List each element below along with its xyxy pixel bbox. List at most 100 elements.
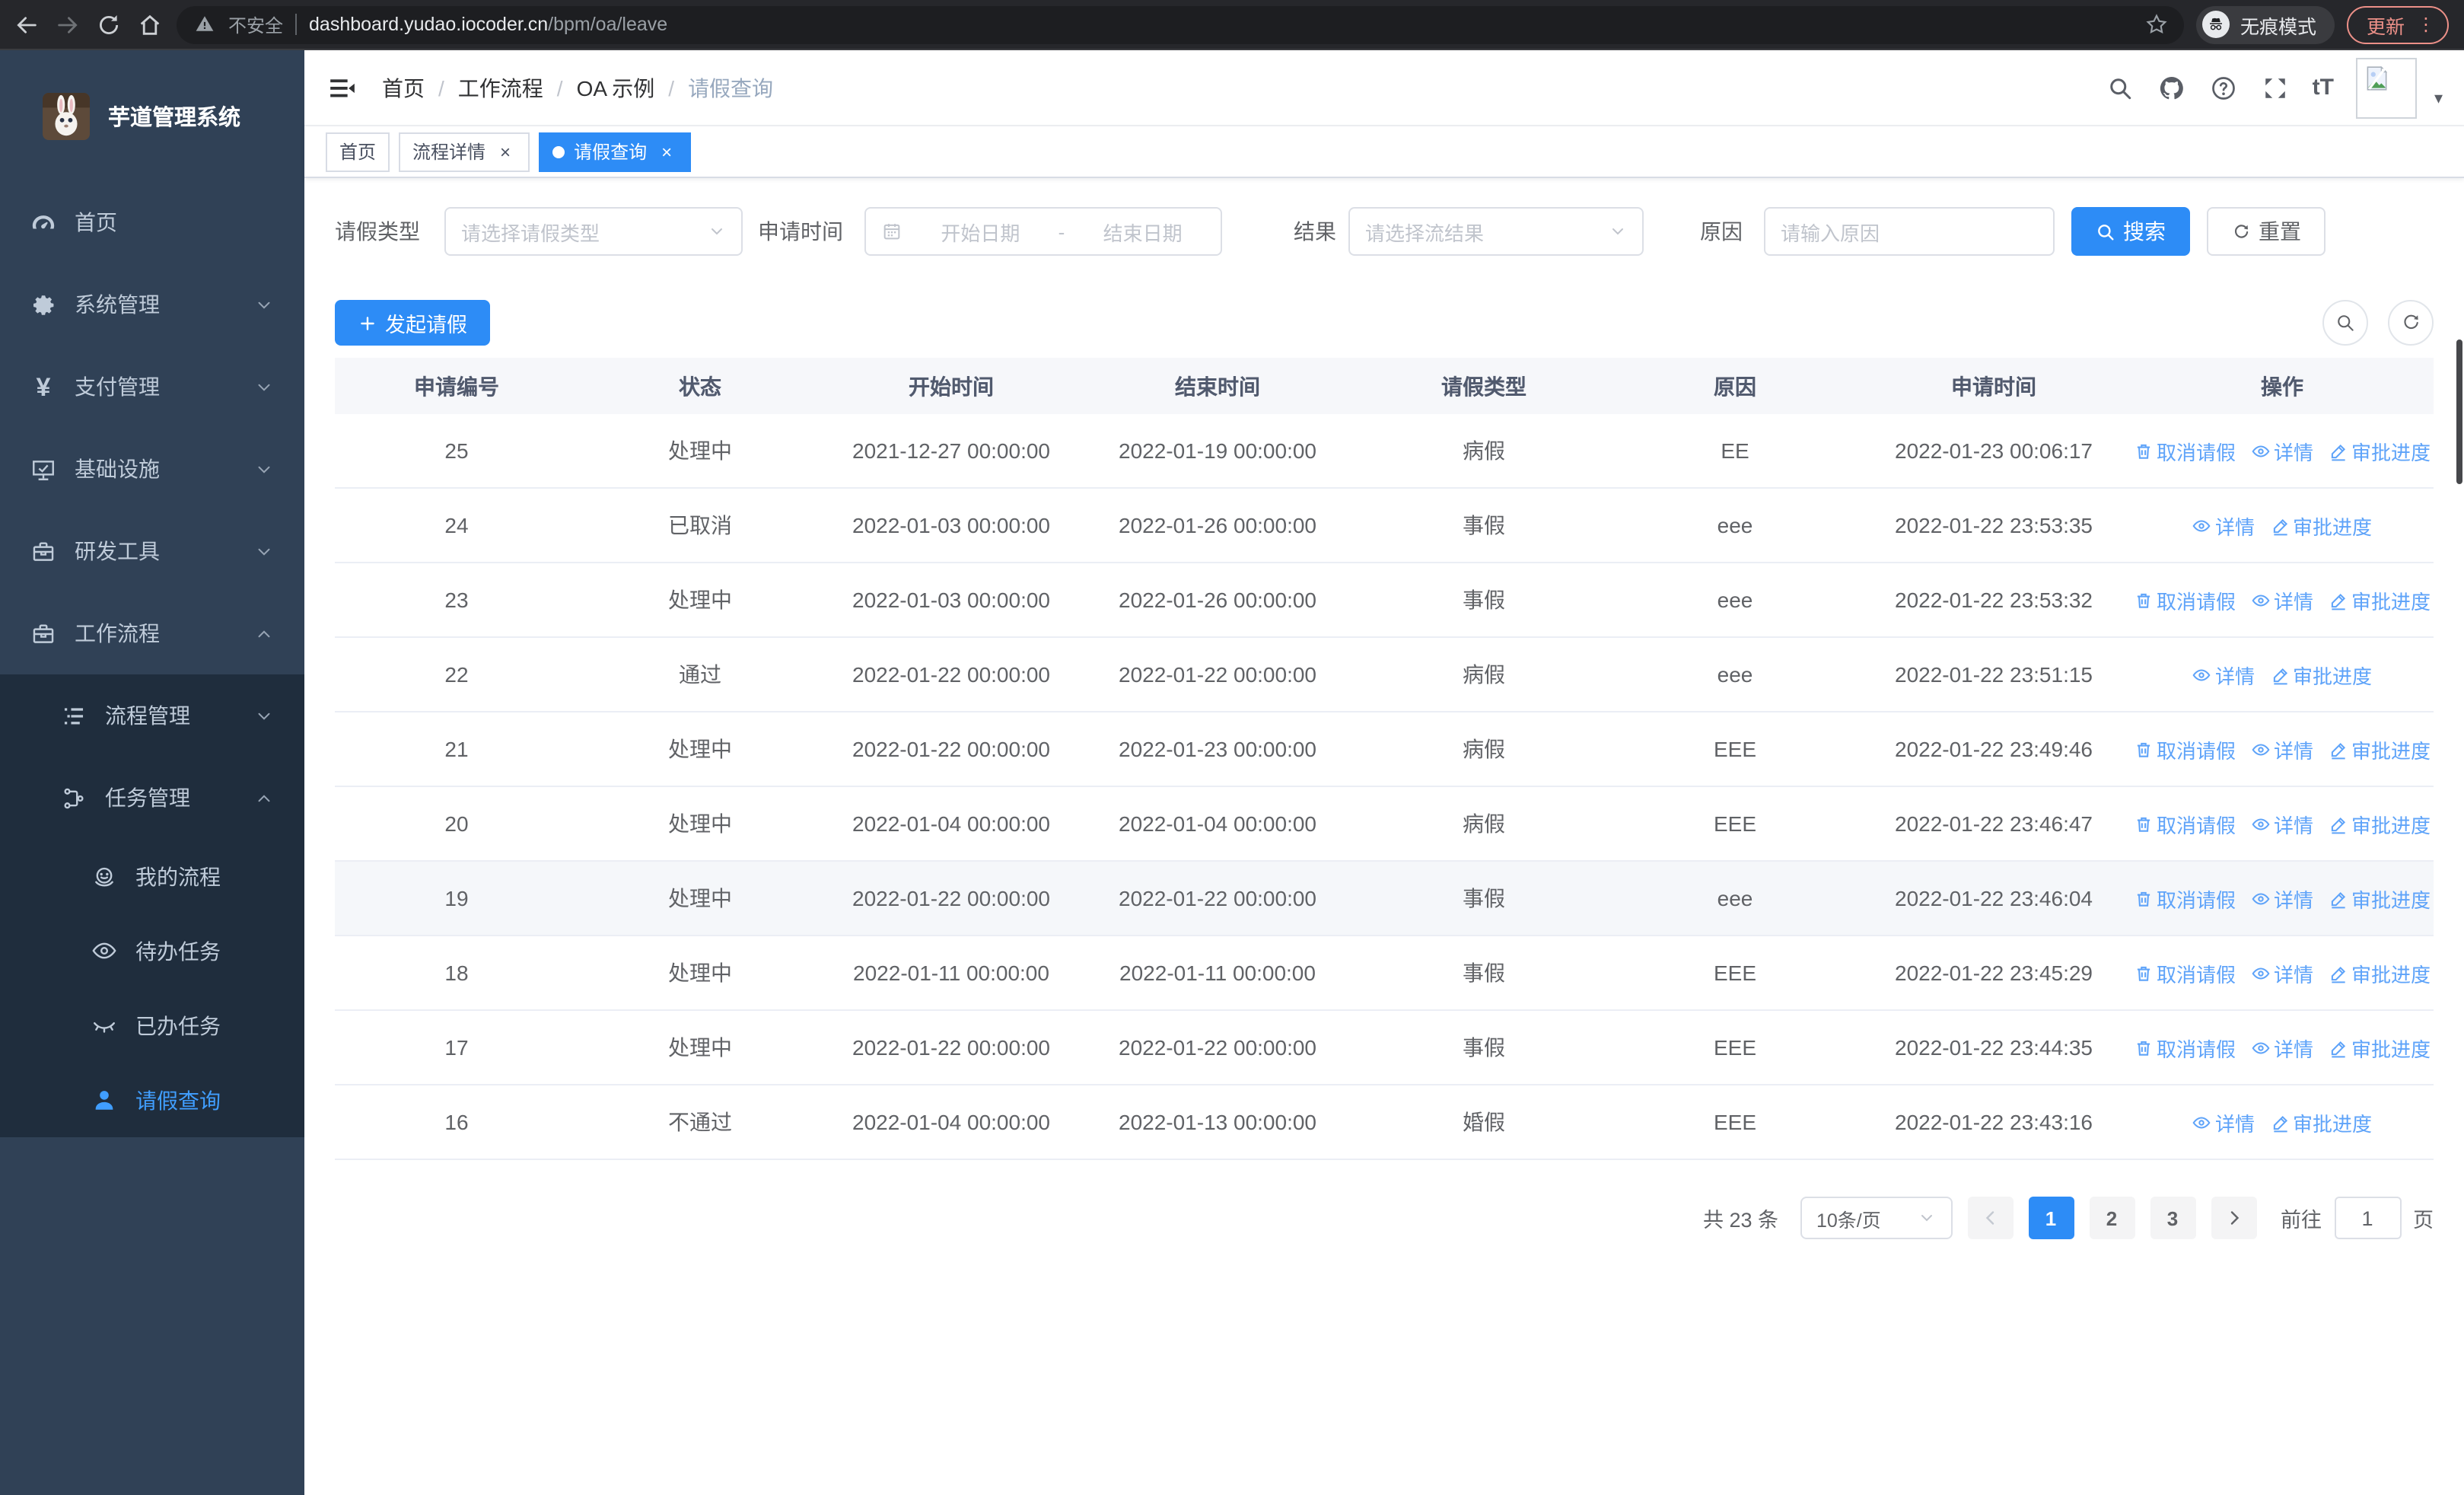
avatar-caret-icon[interactable]: ▾ <box>2434 88 2443 107</box>
approval-progress-link[interactable]: 审批进度 <box>2329 735 2431 763</box>
cancel-leave-link[interactable]: 取消请假 <box>2134 809 2236 838</box>
leave-table: 申请编号 状态 开始时间 结束时间 请假类型 原因 申请时间 操作 25 处理中 2021-12-… <box>335 358 2434 1160</box>
breadcrumb-item-2[interactable]: 工作流程 <box>458 72 543 103</box>
detail-link[interactable]: 详情 <box>2251 585 2313 614</box>
sidebar-collapse-icon[interactable] <box>327 72 358 103</box>
cell-reason: eee <box>1717 588 1753 612</box>
tab-1[interactable]: 首页 <box>326 132 390 171</box>
delete-icon <box>2134 963 2154 983</box>
approval-progress-link[interactable]: 审批进度 <box>2329 884 2431 913</box>
delete-icon <box>2134 1038 2154 1057</box>
close-icon[interactable]: × <box>495 141 516 162</box>
edit-icon <box>2329 590 2348 610</box>
refresh-icon[interactable] <box>2388 300 2434 346</box>
search-icon[interactable] <box>2106 73 2135 102</box>
approval-progress-link[interactable]: 审批进度 <box>2329 958 2431 987</box>
avatar[interactable] <box>2356 57 2418 118</box>
goto-page-input[interactable]: 1 <box>2334 1197 2401 1239</box>
security-label[interactable]: 不安全 <box>228 11 283 37</box>
cancel-leave-link[interactable]: 取消请假 <box>2134 884 2236 913</box>
sidebar-item-9[interactable]: 我的流程 <box>0 839 304 913</box>
cell-status: 已取消 <box>668 513 732 537</box>
detail-link[interactable]: 详情 <box>2192 511 2255 540</box>
help-icon[interactable] <box>2209 73 2238 102</box>
reset-button[interactable]: 重置 <box>2207 207 2326 256</box>
close-icon[interactable]: × <box>656 141 677 162</box>
hide-search-icon[interactable] <box>2322 300 2368 346</box>
reason-input[interactable]: 请输入原因 <box>1764 207 2055 256</box>
filter-form: 请假类型 请选择请假类型 申请时间 开始日期 - 结束日期 结果 请选择流结果 <box>335 207 2434 256</box>
detail-link[interactable]: 详情 <box>2251 809 2313 838</box>
reload-icon[interactable] <box>94 10 123 39</box>
sidebar-item-1[interactable]: 首页 <box>0 181 304 263</box>
fullscreen-icon[interactable] <box>2261 73 2290 102</box>
sidebar-item-10[interactable]: 待办任务 <box>0 913 304 988</box>
approval-progress-link[interactable]: 审批进度 <box>2329 1033 2431 1062</box>
sidebar-item-4[interactable]: 基础设施 <box>0 428 304 510</box>
forward-icon[interactable] <box>53 10 82 39</box>
sidebar-item-8[interactable]: 任务管理 <box>0 757 304 839</box>
page-size-select[interactable]: 10条/页 <box>1800 1197 1952 1239</box>
approval-progress-link[interactable]: 审批进度 <box>2329 585 2431 614</box>
detail-link[interactable]: 详情 <box>2251 1033 2313 1062</box>
scrollbar-thumb[interactable] <box>2456 339 2462 484</box>
sidebar-item-2[interactable]: 系统管理 <box>0 263 304 346</box>
cell-type: 事假 <box>1463 886 1505 910</box>
leave-type-select[interactable]: 请选择请假类型 <box>444 207 743 256</box>
breadcrumb-item-3[interactable]: OA 示例 <box>577 72 655 103</box>
browser-menu-icon[interactable]: ⋮ <box>2417 14 2435 35</box>
home-icon[interactable] <box>135 10 164 39</box>
date-end-placeholder[interactable]: 结束日期 <box>1080 217 1205 246</box>
address-bar[interactable]: 不安全 dashboard.yudao.iocoder.cn/bpm/oa/le… <box>177 5 2184 43</box>
url-text[interactable]: dashboard.yudao.iocoder.cn/bpm/oa/leave <box>309 14 2132 35</box>
tab-2[interactable]: 流程详情 × <box>399 132 530 171</box>
date-start-placeholder[interactable]: 开始日期 <box>918 217 1043 246</box>
view-icon <box>2192 665 2212 684</box>
cell-start: 2022-01-04 00:00:00 <box>852 811 1050 836</box>
approval-progress-link[interactable]: 审批进度 <box>2329 436 2431 465</box>
bookmark-star-icon[interactable] <box>2144 12 2169 37</box>
sidebar-item-7[interactable]: 流程管理 <box>0 674 304 757</box>
back-icon[interactable] <box>12 10 41 39</box>
approval-progress-link[interactable]: 审批进度 <box>2270 1108 2372 1136</box>
detail-link[interactable]: 详情 <box>2192 660 2255 689</box>
detail-link[interactable]: 详情 <box>2192 1108 2255 1136</box>
detail-link[interactable]: 详情 <box>2251 436 2313 465</box>
detail-link[interactable]: 详情 <box>2251 884 2313 913</box>
font-size-icon[interactable]: tT <box>2313 76 2334 99</box>
cancel-leave-link[interactable]: 取消请假 <box>2134 1033 2236 1062</box>
cell-id: 16 <box>444 1110 469 1134</box>
cancel-leave-link[interactable]: 取消请假 <box>2134 958 2236 987</box>
approval-progress-link[interactable]: 审批进度 <box>2270 660 2372 689</box>
page-button-3[interactable]: 3 <box>2150 1197 2195 1239</box>
cell-type: 婚假 <box>1463 1110 1505 1134</box>
detail-link[interactable]: 详情 <box>2251 735 2313 763</box>
cell-reason: EEE <box>1713 1110 1756 1134</box>
approval-progress-link[interactable]: 审批进度 <box>2329 809 2431 838</box>
page-size-value: 10条/页 <box>1816 1210 1881 1231</box>
page-button-2[interactable]: 2 <box>2089 1197 2135 1239</box>
result-select[interactable]: 请选择流结果 <box>1348 207 1644 256</box>
incognito-badge: 无痕模式 <box>2195 5 2335 43</box>
detail-link[interactable]: 详情 <box>2251 958 2313 987</box>
next-page-icon[interactable] <box>2211 1197 2256 1239</box>
create-leave-button[interactable]: 发起请假 <box>335 300 490 346</box>
cancel-leave-label: 取消请假 <box>2156 590 2236 613</box>
sidebar-item-11[interactable]: 已办任务 <box>0 988 304 1063</box>
sidebar-item-5[interactable]: 研发工具 <box>0 510 304 592</box>
breadcrumb-item-1[interactable]: 首页 <box>382 72 425 103</box>
approval-progress-link[interactable]: 审批进度 <box>2270 511 2372 540</box>
sidebar-item-6[interactable]: 工作流程 <box>0 592 304 674</box>
cancel-leave-link[interactable]: 取消请假 <box>2134 585 2236 614</box>
github-icon[interactable] <box>2157 73 2186 102</box>
tab-3[interactable]: 请假查询 × <box>539 132 692 171</box>
sidebar-item-12[interactable]: 请假查询 <box>0 1063 304 1137</box>
search-button[interactable]: 搜索 <box>2071 207 2190 256</box>
update-button[interactable]: 更新 ⋮ <box>2346 5 2449 43</box>
cancel-leave-link[interactable]: 取消请假 <box>2134 436 2236 465</box>
page-button-1[interactable]: 1 <box>2028 1197 2074 1239</box>
cancel-leave-link[interactable]: 取消请假 <box>2134 735 2236 763</box>
prev-page-icon[interactable] <box>1967 1197 2013 1239</box>
sidebar-item-3[interactable]: ¥ 支付管理 <box>0 346 304 428</box>
apply-time-range-input[interactable]: 开始日期 - 结束日期 <box>864 207 1222 256</box>
